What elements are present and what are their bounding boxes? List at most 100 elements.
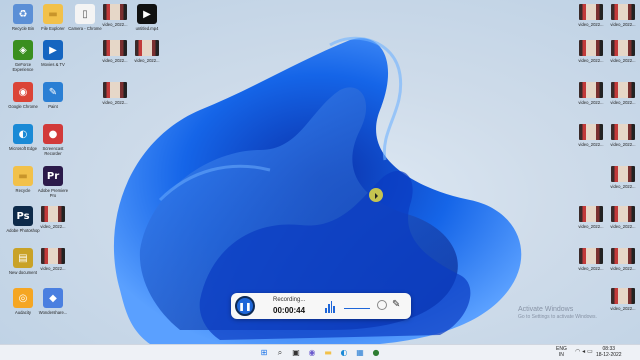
photoshop-icon: Ps <box>13 206 33 226</box>
recording-status: Recording... <box>273 297 306 303</box>
desktop-icon-label: video_2022... <box>578 22 604 27</box>
speaker-icon[interactable]: ◂ <box>582 348 585 355</box>
desktop-icon[interactable]: video_2022... <box>36 248 70 290</box>
video-thumbnail-icon <box>103 82 127 98</box>
desktop-icon[interactable]: ◈ GeForce Experience <box>6 40 40 82</box>
wifi-icon[interactable]: ◠ <box>575 348 580 355</box>
desktop-icon[interactable]: video_2022... <box>606 82 640 124</box>
archive-icon: ▤ <box>13 248 33 268</box>
desktop-icon[interactable]: ◐ Microsoft Edge <box>6 124 40 166</box>
clock-date: 18-12-2022 <box>596 352 622 358</box>
desktop-icon[interactable]: ◎ Audacity <box>6 288 40 330</box>
volume-slider[interactable] <box>344 308 370 309</box>
video-thumbnail-icon <box>135 40 159 56</box>
desktop-icon-label: video_2022... <box>578 224 604 229</box>
desktop-icon-label: Movies & TV <box>41 62 65 67</box>
desktop-icon[interactable]: video_2022... <box>98 40 132 82</box>
desktop-icon-label: video_2022... <box>610 266 636 271</box>
video-thumbnail-icon <box>611 124 635 140</box>
video-thumbnail-icon <box>41 248 65 264</box>
folder-icon: ▬ <box>43 4 63 24</box>
desktop-icon-label: video_2022... <box>610 58 636 63</box>
video-thumbnail-icon <box>579 124 603 140</box>
webcam-icon[interactable] <box>377 300 387 310</box>
paint-icon: ✎ <box>43 82 63 102</box>
taskbar-recorder-icon[interactable]: ● <box>371 348 381 358</box>
taskbar-search-icon[interactable]: ⌕ <box>275 348 285 358</box>
desktop-icon[interactable]: ✎ Paint <box>36 82 70 124</box>
desktop-icon[interactable]: video_2022... <box>574 82 608 124</box>
taskbar-file-explorer-icon[interactable]: ▬ <box>323 348 333 358</box>
watermark-title: Activate Windows <box>518 306 574 313</box>
desktop-icon-label: video_2022... <box>610 100 636 105</box>
desktop-icon[interactable]: ● Screencast Recorder <box>36 124 70 166</box>
pause-recording-button[interactable]: ❚❚ <box>235 296 255 316</box>
folder-icon: ▬ <box>13 166 33 186</box>
language-indicator[interactable]: ENG IN <box>556 346 567 358</box>
desktop-icon[interactable]: video_2022... <box>606 288 640 330</box>
movies-tv-icon: ▶ <box>43 40 63 60</box>
video-thumbnail-icon <box>611 166 635 182</box>
desktop-icon[interactable]: video_2022... <box>130 40 164 82</box>
desktop-icon-label: video_2022... <box>610 306 636 311</box>
pen-icon[interactable]: ✎ <box>392 299 400 310</box>
battery-icon[interactable]: ▭ <box>587 348 593 355</box>
desktop-icon-label: video_2022... <box>610 22 636 27</box>
desktop-icon[interactable]: video_2022... <box>606 166 640 208</box>
desktop-icon-label: untitled.mp4 <box>135 26 159 31</box>
desktop-icon[interactable]: ◉ Google Chrome <box>6 82 40 124</box>
desktop-icon[interactable]: video_2022... <box>574 248 608 290</box>
desktop-icon[interactable]: video_2022... <box>98 82 132 124</box>
recording-timer: 00:00:44 <box>273 306 306 315</box>
video-thumbnail-icon <box>611 4 635 20</box>
taskbar-edge-icon[interactable]: ◐ <box>339 348 349 358</box>
activation-watermark: Activate Windows Go to Settings to activ… <box>518 306 597 320</box>
desktop-icon[interactable]: video_2022... <box>574 40 608 82</box>
desktop-icon[interactable]: Pr Adobe Premiere Pro <box>36 166 70 208</box>
desktop-icon-label: Wondershare... <box>38 310 68 315</box>
video-thumbnail-icon <box>611 248 635 264</box>
desktop-icon-label: video_2022... <box>578 142 604 147</box>
desktop-icon[interactable]: ▬ Recycle <box>6 166 40 208</box>
desktop-icon[interactable]: video_2022... <box>606 40 640 82</box>
taskbar-start-icon[interactable]: ⊞ <box>259 348 269 358</box>
chrome-icon: ◉ <box>13 82 33 102</box>
desktop-icon[interactable]: video_2022... <box>574 124 608 166</box>
video-thumbnail-icon <box>611 288 635 304</box>
desktop-icon[interactable]: ◆ Wondershare... <box>36 288 70 330</box>
audio-level-icon <box>325 301 335 313</box>
desktop-icon[interactable]: video_2022... <box>36 206 70 248</box>
desktop-icon-label: Screencast Recorder <box>42 146 64 156</box>
desktop-icon[interactable]: video_2022... <box>606 206 640 248</box>
desktop-icon-label: video_2022... <box>40 266 66 271</box>
desktop-icon[interactable]: ▶ Movies & TV <box>36 40 70 82</box>
nvidia-icon: ◈ <box>13 40 33 60</box>
video-thumbnail-icon <box>611 206 635 222</box>
video-thumbnail-icon <box>611 82 635 98</box>
watermark-subtitle: Go to Settings to activate Windows. <box>518 314 597 320</box>
desktop-icon-label: File Explorer <box>41 26 65 31</box>
system-clock[interactable]: 08:33 18-12-2022 <box>596 346 622 358</box>
video-thumbnail-icon <box>611 40 635 56</box>
video-thumbnail-icon <box>103 4 127 20</box>
taskbar-task-view-icon[interactable]: ▣ <box>291 348 301 358</box>
desktop-icon[interactable]: video_2022... <box>606 124 640 166</box>
desktop-icon-label: video_2022... <box>102 22 128 27</box>
desktop-icon-label: video_2022... <box>578 58 604 63</box>
desktop-icon-label: video_2022... <box>134 58 160 63</box>
taskbar-store-icon[interactable]: ▦ <box>355 348 365 358</box>
taskbar: ⊞ ⌕ ▣ ◉ ▬ ◐ ▦ ● ENG IN ◠ ◂ ▭ 08:33 18-12-2022 <box>0 344 640 360</box>
desktop-icon[interactable]: video_2022... <box>574 206 608 248</box>
desktop-icon-label: video_2022... <box>610 142 636 147</box>
video-thumbnail-icon <box>579 4 603 20</box>
taskbar-chat-icon[interactable]: ◉ <box>307 348 317 358</box>
desktop-icon-label: video_2022... <box>610 224 636 229</box>
pause-icon: ❚❚ <box>238 301 252 311</box>
app-icon: ◆ <box>43 288 63 308</box>
mouse-cursor-highlight <box>369 188 383 202</box>
region-code: IN <box>558 352 564 358</box>
system-tray-icons[interactable]: ◠ ◂ ▭ <box>575 348 593 355</box>
recycle-bin-icon: ♻ <box>13 4 33 24</box>
desktop-icon-label: video_2022... <box>578 100 604 105</box>
desktop-icon[interactable]: video_2022... <box>606 248 640 290</box>
